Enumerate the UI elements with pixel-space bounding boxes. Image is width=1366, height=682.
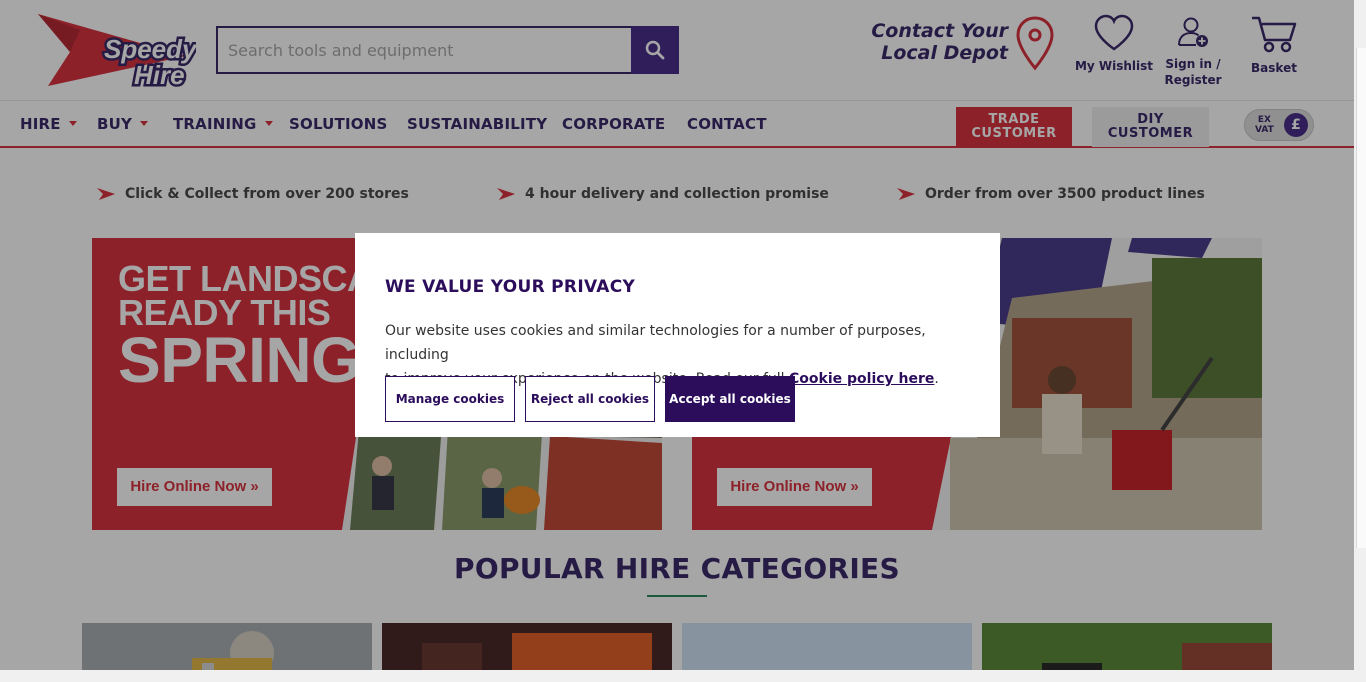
cookie-consent-modal: WE VALUE YOUR PRIVACY Our website uses c… (355, 233, 1000, 437)
scrollbar-thumb[interactable] (1356, 48, 1366, 548)
accept-all-cookies-button[interactable]: Accept all cookies (665, 376, 795, 422)
horizontal-scrollbar[interactable] (0, 670, 1366, 682)
reject-all-cookies-button[interactable]: Reject all cookies (525, 376, 655, 422)
cookie-policy-link[interactable]: Cookie policy here (789, 371, 934, 387)
cookie-modal-title: WE VALUE YOUR PRIVACY (385, 277, 636, 297)
cookie-body-end: . (934, 371, 939, 387)
cookie-body-line1: Our website uses cookies and similar tec… (385, 323, 926, 363)
manage-cookies-button[interactable]: Manage cookies (385, 376, 515, 422)
